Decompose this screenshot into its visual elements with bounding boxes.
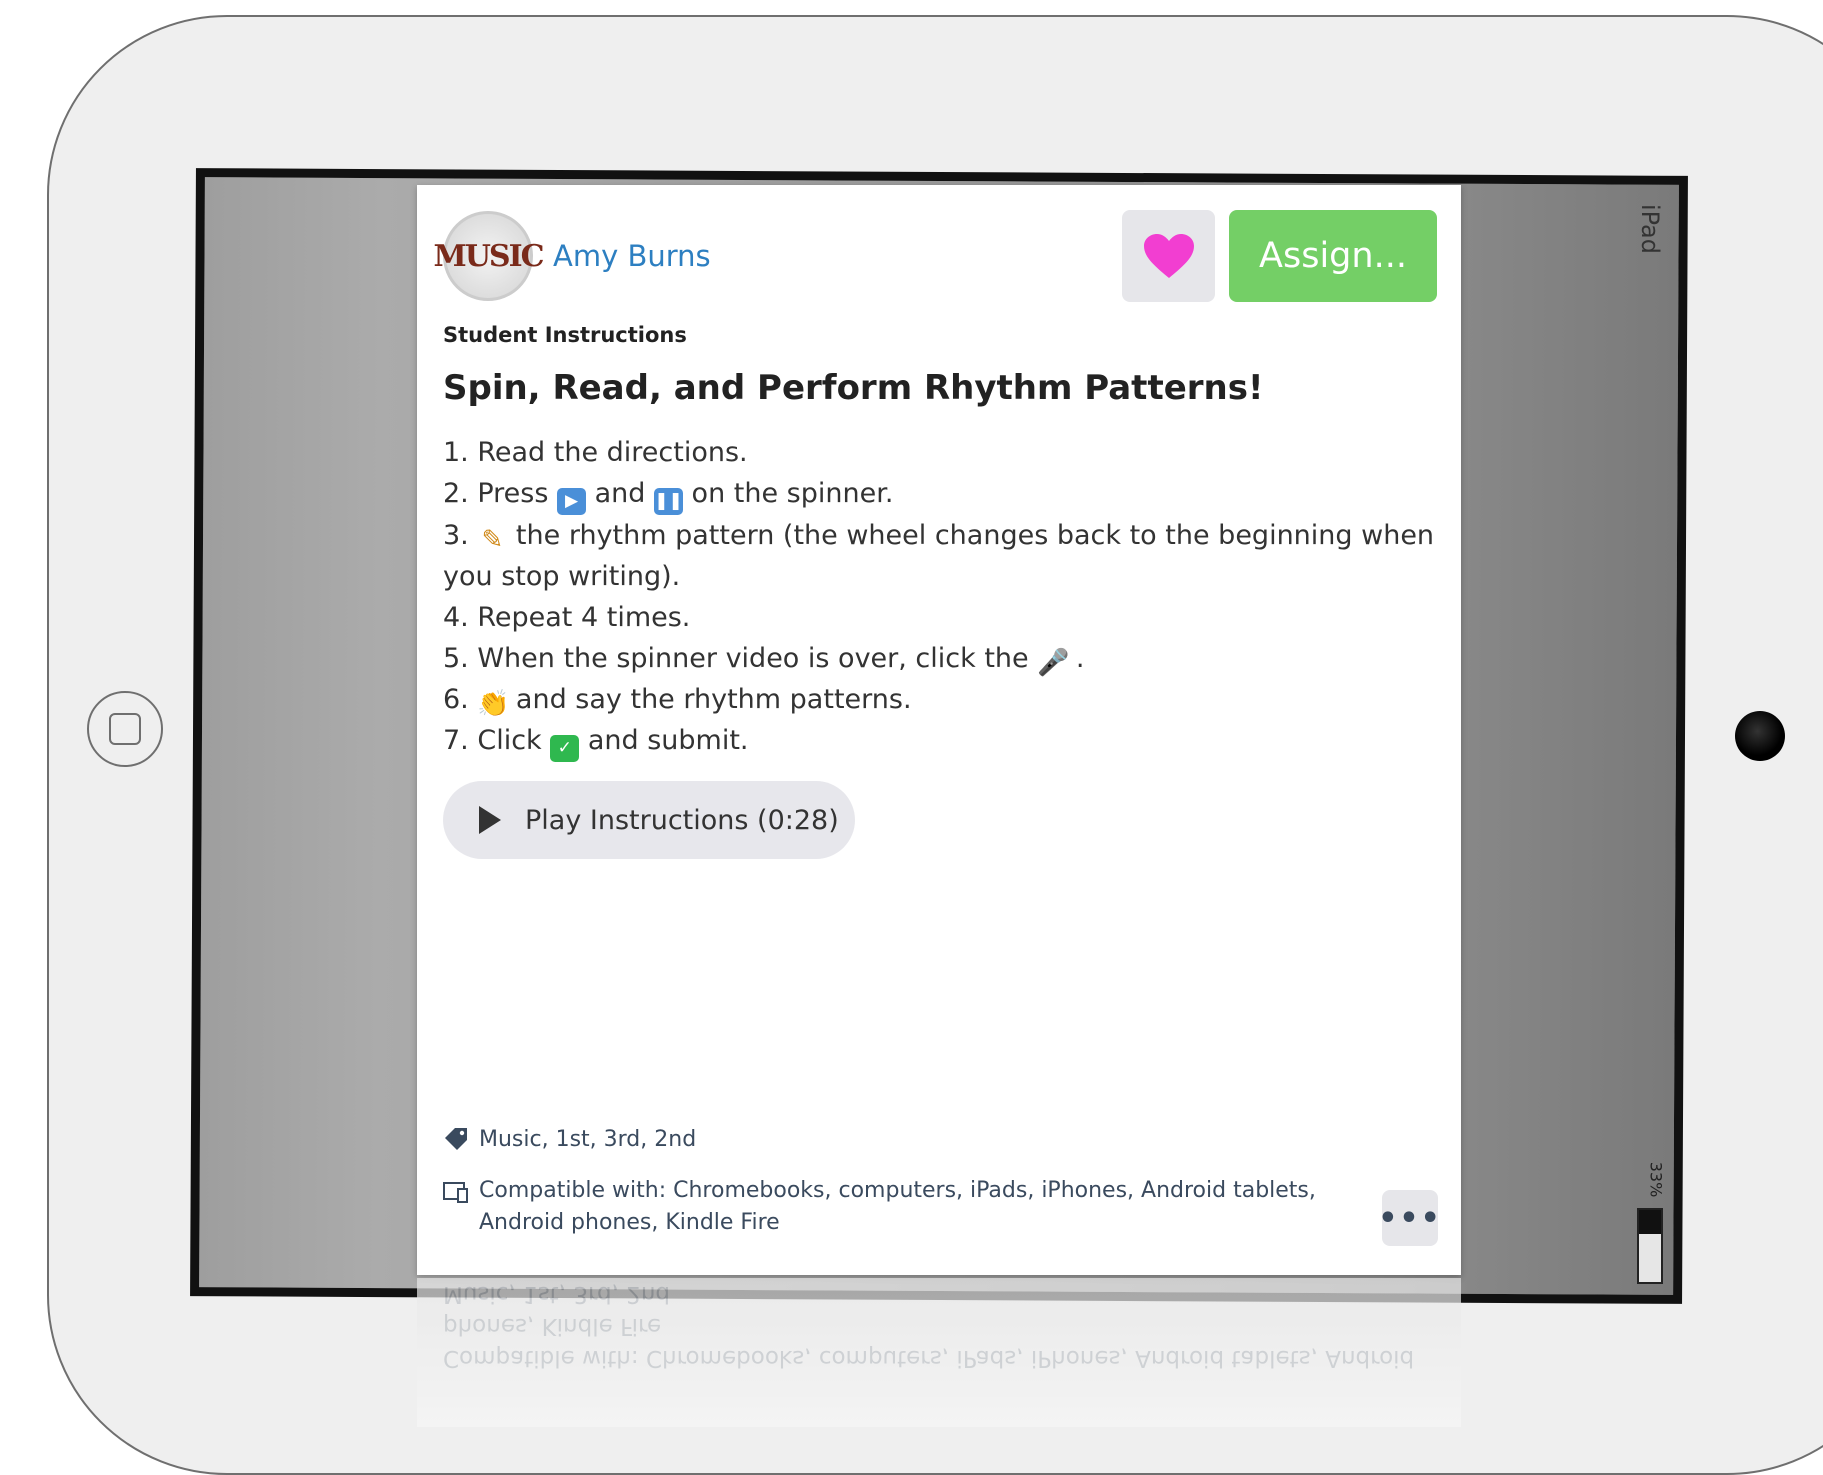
author-row: MUSIC Amy Burns [434,211,711,301]
tag-icon [445,1128,467,1150]
assign-button[interactable]: Assign... [1229,210,1437,302]
play-instructions-button[interactable]: Play Instructions (0:28) [443,781,855,859]
step-5: 5. When the spinner video is over, click… [443,643,1085,678]
step-3: 3. ✎ the rhythm pattern (the wheel chang… [443,520,1435,592]
compatibility-row: Compatible with: Chromebooks, computers,… [443,1175,1363,1239]
section-label: Student Instructions [443,323,687,347]
author-name-link[interactable]: Amy Burns [553,239,711,273]
play-emoji-icon: ▶ [557,488,586,515]
card-reflection: Compatible with: Chromebooks, computers,… [417,1278,1461,1427]
reflection-tags-text: Music, 1st, 3rd, 2nd [443,1281,671,1307]
tags-text: Music, 1st, 3rd, 2nd [479,1126,697,1152]
battery-percent: 33% [1646,1161,1666,1198]
step-1: 1. Read the directions. [443,437,748,468]
home-button[interactable] [87,691,163,767]
activity-card: MUSIC Amy Burns Assign... Student Instru… [417,185,1461,1275]
home-square-icon [109,713,141,745]
more-options-button[interactable]: ••• [1378,1190,1440,1246]
heart-icon [1143,234,1194,278]
step-7: 7. Click ✓ and submit. [443,720,1443,762]
device-label: iPad [1636,203,1665,255]
camera-icon [1735,711,1785,761]
reflection-compatibility-text: Compatible with: Chromebooks, computers,… [443,1313,1415,1371]
tags-row: Music, 1st, 3rd, 2nd [443,1126,696,1152]
devices-icon [443,1182,468,1203]
battery-icon [1637,1208,1663,1284]
avatar-text: MUSIC [433,238,545,274]
pencil-emoji-icon: ✎ [481,525,504,555]
avatar[interactable]: MUSIC [434,211,544,301]
pause-emoji-icon: ❚❚ [653,488,683,515]
play-icon [479,806,501,834]
like-button[interactable] [1122,210,1215,302]
check-mark-emoji-icon: ✓ [550,735,580,762]
microphone-emoji-icon: 🎤 [1037,648,1070,678]
instruction-steps: 1. Read the directions. 2. Press ▶ and ❚… [443,432,1443,762]
compatibility-text: Compatible with: Chromebooks, computers,… [479,1178,1316,1235]
clapping-hands-emoji-icon: 👏 [477,689,510,719]
activity-title: Spin, Read, and Perform Rhythm Patterns! [443,368,1264,408]
step-4: 4. Repeat 4 times. [443,602,691,633]
play-instructions-label: Play Instructions (0:28) [525,804,839,836]
step-2: 2. Press ▶ and ❚❚ on the spinner. [443,473,1443,515]
step-6: 6. 👏 and say the rhythm patterns. [443,684,912,719]
